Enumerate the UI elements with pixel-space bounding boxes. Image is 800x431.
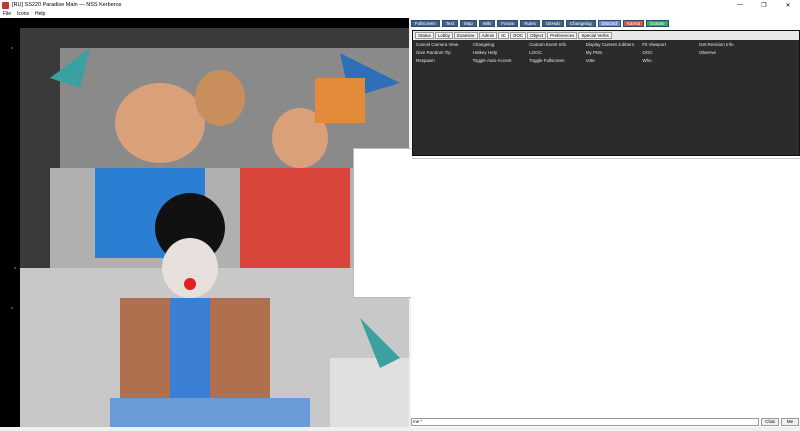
verb-item[interactable]: My PMs xyxy=(586,50,643,56)
tab-status[interactable]: Status xyxy=(415,32,434,39)
command-bar: Chat Me xyxy=(411,417,800,426)
forum-button[interactable]: Forum xyxy=(497,20,519,27)
verb-item[interactable]: Respawn xyxy=(416,58,473,64)
minimize-icon[interactable]: — xyxy=(728,0,752,10)
tab-object[interactable]: Object xyxy=(527,32,547,39)
verb-item[interactable]: LOOC xyxy=(529,50,586,56)
info-panel: Fullscreen Text Map Wiki Forum Rules Git… xyxy=(411,18,800,427)
verb-item xyxy=(699,58,756,64)
verb-list: Cancel Camera View Changelog Custom Even… xyxy=(413,40,799,66)
tab-special-verbs[interactable]: Special Verbs xyxy=(578,32,612,39)
link-buttons: Fullscreen Text Map Wiki Forum Rules Git… xyxy=(411,20,671,28)
donate-button[interactable]: Donate xyxy=(646,20,669,27)
discord-button[interactable]: Discord xyxy=(597,20,621,27)
verb-item[interactable]: Vote xyxy=(586,58,643,64)
tab-preferences[interactable]: Preferences xyxy=(547,32,578,39)
close-icon[interactable]: ✕ xyxy=(776,0,800,10)
wiki-button[interactable]: Wiki xyxy=(478,20,496,27)
text-button[interactable]: Text xyxy=(441,20,459,27)
menu-icons[interactable]: Icons xyxy=(17,11,29,17)
karma-button[interactable]: Karma xyxy=(622,20,645,27)
changelog-button[interactable]: Changelog xyxy=(565,20,596,27)
github-button[interactable]: GitHub xyxy=(541,20,564,27)
stat-panel: Status Lobby Examine Admin IC OOC Object… xyxy=(412,30,800,156)
stat-tabs: Status Lobby Examine Admin IC OOC Object… xyxy=(413,31,799,40)
chat-output[interactable] xyxy=(412,158,800,415)
command-input[interactable] xyxy=(411,417,759,426)
rules-button[interactable]: Rules xyxy=(520,20,540,27)
status-bar xyxy=(0,427,800,431)
tab-ic[interactable]: IC xyxy=(498,32,509,39)
game-map-viewport[interactable] xyxy=(0,18,409,427)
verb-item[interactable]: Give Random Tip xyxy=(416,50,473,56)
tab-admin[interactable]: Admin xyxy=(478,32,498,39)
tab-ooc[interactable]: OOC xyxy=(509,32,527,39)
game-client-window: [RU] SS220 Paradise Main — NSS Kerberos … xyxy=(0,0,800,431)
verb-item[interactable]: Custom Event Info xyxy=(529,42,586,48)
verb-item[interactable]: Who xyxy=(642,58,699,64)
tab-lobby[interactable]: Lobby xyxy=(434,32,454,39)
menu-file[interactable]: File xyxy=(3,11,11,17)
game-icon xyxy=(2,1,9,9)
verb-item[interactable]: Toggle Fullscreen xyxy=(529,58,586,64)
verb-item[interactable]: Display Current Jobbers xyxy=(586,42,643,48)
verb-item[interactable]: Toggle Auto-Accent xyxy=(473,58,530,64)
verb-item[interactable]: Changelog xyxy=(473,42,530,48)
tab-examine[interactable]: Examine xyxy=(454,32,478,39)
verb-item[interactable]: OOC xyxy=(642,50,699,56)
verb-item[interactable]: Hotkey Help xyxy=(473,50,530,56)
verb-item[interactable]: Get Revision Info xyxy=(699,42,756,48)
verb-item[interactable]: Observe xyxy=(699,50,756,56)
roller-coaster-photo xyxy=(20,28,409,427)
menu-bar: File Icons Help xyxy=(0,10,800,18)
fullscreen-button[interactable]: Fullscreen xyxy=(411,20,440,27)
map-button[interactable]: Map xyxy=(460,20,477,27)
title-bar: [RU] SS220 Paradise Main — NSS Kerberos … xyxy=(0,0,800,10)
chat-button[interactable]: Chat xyxy=(761,417,779,426)
menu-help[interactable]: Help xyxy=(35,11,45,17)
verb-item[interactable]: Cancel Camera View xyxy=(416,42,473,48)
me-button[interactable]: Me xyxy=(781,417,799,426)
window-controls: — ❐ ✕ xyxy=(728,0,800,10)
maximize-icon[interactable]: ❐ xyxy=(752,0,776,10)
window-title: [RU] SS220 Paradise Main — NSS Kerberos xyxy=(12,2,122,8)
verb-item[interactable]: Fit Viewport xyxy=(642,42,699,48)
